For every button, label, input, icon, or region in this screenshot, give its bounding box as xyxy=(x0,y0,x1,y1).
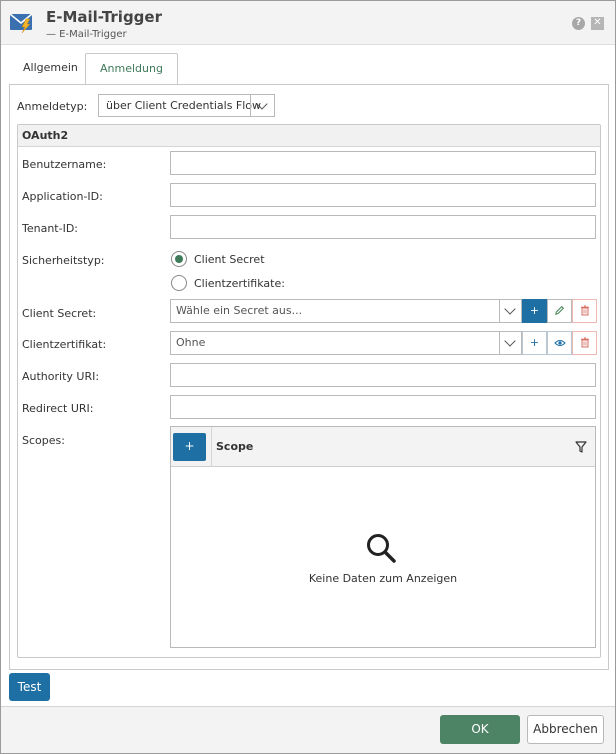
client-certificate-value: Ohne xyxy=(176,336,206,349)
authority-uri-input[interactable] xyxy=(170,363,596,387)
application-id-input[interactable] xyxy=(170,183,596,207)
trash-icon xyxy=(580,305,589,316)
tenant-id-input[interactable] xyxy=(170,215,596,239)
client-secret-label: Client Secret: xyxy=(22,307,97,320)
security-type-label: Sicherheitstyp: xyxy=(22,254,105,267)
scopes-grid-header: + Scope xyxy=(171,427,595,467)
close-icon[interactable]: ✕ xyxy=(591,17,604,30)
scope-column-header[interactable]: Scope xyxy=(216,440,253,453)
search-icon xyxy=(367,534,396,563)
delete-certificate-button[interactable] xyxy=(572,331,597,355)
redirect-uri-input[interactable] xyxy=(170,395,596,419)
client-secret-select[interactable]: Wähle ein Secret aus... xyxy=(170,299,522,323)
client-certificate-select[interactable]: Ohne xyxy=(170,331,522,355)
eye-icon xyxy=(553,340,566,346)
login-type-select[interactable]: über Client Credentials Flow xyxy=(98,94,275,117)
oauth2-group-header: OAuth2 xyxy=(18,125,600,147)
email-trigger-icon xyxy=(9,13,33,34)
redirect-uri-label: Redirect URI: xyxy=(22,402,94,415)
client-certificate-dropdown-button[interactable] xyxy=(499,332,521,354)
cancel-button[interactable]: Abbrechen xyxy=(527,715,604,744)
view-certificate-button[interactable] xyxy=(547,331,572,355)
login-type-dropdown-button[interactable] xyxy=(250,95,274,116)
authority-uri-label: Authority URI: xyxy=(22,370,100,383)
ok-button[interactable]: OK xyxy=(440,715,520,744)
client-certificate-label: Clientzertifikat: xyxy=(22,338,107,351)
oauth2-group-title: OAuth2 xyxy=(22,129,69,142)
radio-client-certificate-label[interactable]: Clientzertifikate: xyxy=(194,277,285,290)
tenant-id-label: Tenant-ID: xyxy=(22,222,79,235)
edit-secret-button[interactable] xyxy=(547,299,572,323)
add-secret-button[interactable]: + xyxy=(522,299,547,323)
delete-secret-button[interactable] xyxy=(572,299,597,323)
scopes-label: Scopes: xyxy=(22,434,65,447)
dialog-window: E-Mail-Trigger — E-Mail-Trigger ? ✕ Allg… xyxy=(0,0,616,754)
dialog-footer: OK Abbrechen xyxy=(1,706,615,753)
column-separator xyxy=(211,427,212,467)
window-subtitle: — E-Mail-Trigger xyxy=(46,29,127,40)
username-input[interactable] xyxy=(170,151,596,175)
client-secret-dropdown-button[interactable] xyxy=(499,300,521,322)
tab-allgemein[interactable]: Allgemein xyxy=(9,53,92,85)
title-bar: E-Mail-Trigger — E-Mail-Trigger ? ✕ xyxy=(1,1,615,45)
window-title: E-Mail-Trigger xyxy=(46,8,162,26)
login-type-label: Anmeldetyp: xyxy=(17,100,88,113)
chevron-down-icon xyxy=(504,335,516,347)
login-type-value: über Client Credentials Flow xyxy=(106,99,262,112)
tab-anmeldung[interactable]: Anmeldung xyxy=(85,53,178,85)
radio-client-secret[interactable] xyxy=(171,251,187,267)
client-secret-placeholder: Wähle ein Secret aus... xyxy=(176,304,303,317)
username-label: Benutzername: xyxy=(22,158,107,171)
chevron-down-icon xyxy=(504,303,516,315)
pencil-icon xyxy=(555,305,565,315)
application-id-label: Application-ID: xyxy=(22,190,103,203)
scopes-grid: + Scope Keine Daten zum Anzeigen xyxy=(170,426,596,648)
help-icon[interactable]: ? xyxy=(572,17,585,30)
chevron-down-icon xyxy=(256,98,268,110)
add-certificate-button[interactable]: + xyxy=(522,331,547,355)
filter-icon[interactable] xyxy=(575,441,587,453)
radio-client-certificate[interactable] xyxy=(171,275,187,291)
test-button[interactable]: Test xyxy=(9,673,50,701)
add-scope-button[interactable]: + xyxy=(173,433,206,461)
radio-client-secret-label[interactable]: Client Secret xyxy=(194,253,265,266)
empty-state-text: Keine Daten zum Anzeigen xyxy=(308,572,458,585)
trash-icon xyxy=(580,337,589,348)
